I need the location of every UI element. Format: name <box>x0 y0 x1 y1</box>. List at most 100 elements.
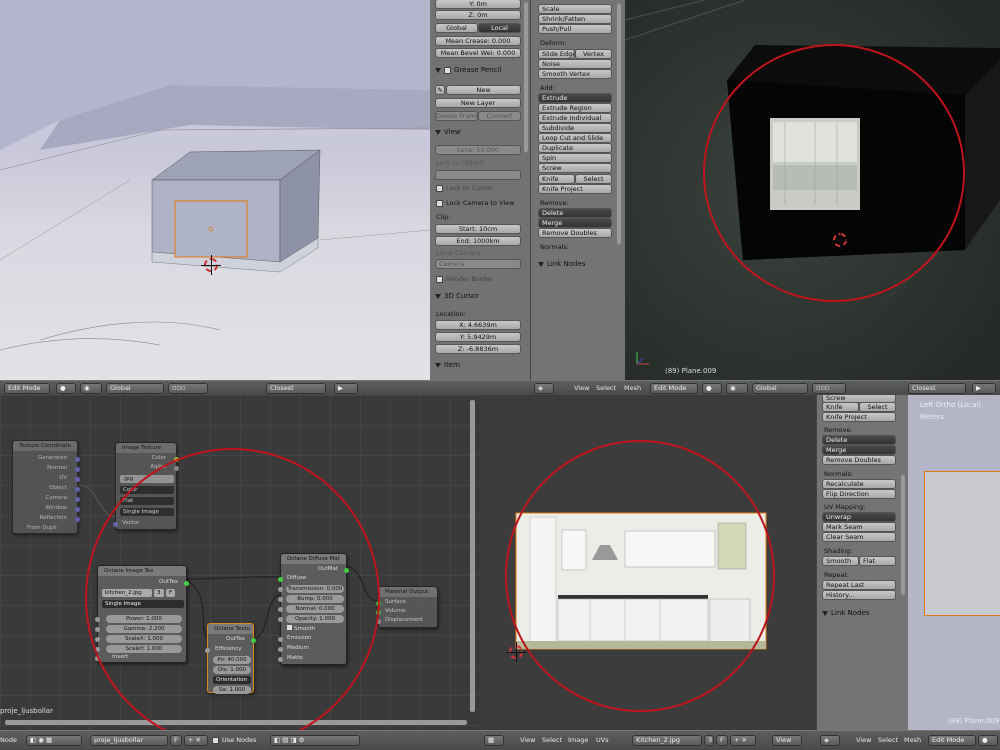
material-actions[interactable]: + ✕ <box>184 735 208 746</box>
lock-camera-checkbox[interactable] <box>436 199 443 207</box>
shading-dropdown[interactable]: ● <box>56 383 76 394</box>
smooth-button[interactable]: Smooth <box>822 556 859 566</box>
vertical-scrollbar[interactable] <box>470 400 475 712</box>
node-material-output[interactable]: Material Output Surface Volume Displacem… <box>376 586 438 628</box>
shading-dropdown[interactable]: ● <box>702 383 722 394</box>
menu-view[interactable]: View <box>520 736 535 744</box>
mode-dropdown[interactable]: Edit Mode <box>650 383 698 394</box>
lens-field[interactable]: Lens: 50.000 <box>435 145 521 155</box>
use-nodes-checkbox[interactable] <box>212 736 219 744</box>
menu-mesh[interactable]: Mesh <box>624 384 641 392</box>
link-nodes-header[interactable]: Link Nodes <box>822 609 869 617</box>
item-header[interactable]: Item <box>435 361 460 369</box>
render-buttons[interactable]: ▶ <box>334 383 358 394</box>
socket[interactable] <box>75 497 80 502</box>
menu-image[interactable]: Image <box>568 736 588 744</box>
delete-dropdown[interactable]: Delete <box>822 435 896 445</box>
knife-button[interactable]: Knife <box>822 402 859 412</box>
users-count[interactable]: 3 <box>704 735 714 746</box>
node-texture-coordinate[interactable]: Texture Coordinate Generated Normal UV O… <box>12 440 80 534</box>
slide-edge-button[interactable]: Slide Edge <box>538 49 575 59</box>
menu-select[interactable]: Select <box>878 736 898 744</box>
smooth-vertex-button[interactable]: Smooth Vertex <box>538 69 612 79</box>
ortho-viewport[interactable]: Left Ortho (Local) Meters (89) Plane.009 <box>908 395 1000 730</box>
lock-object-field[interactable] <box>435 170 521 180</box>
recalculate-button[interactable]: Recalculate <box>822 479 896 489</box>
clip-start-field[interactable]: Start: 10cm <box>435 224 521 234</box>
delete-frame-button[interactable]: Delete Frame <box>435 111 478 121</box>
menu-node[interactable]: Node <box>0 736 17 744</box>
socket[interactable] <box>75 507 80 512</box>
screw-button[interactable]: Screw <box>538 163 612 173</box>
cursor-y-field[interactable]: Y: 5.9429m <box>435 332 521 342</box>
z-field[interactable]: Z: 0m <box>435 10 521 20</box>
lock-camera-label[interactable]: Lock Camera to View <box>436 199 514 207</box>
socket[interactable] <box>75 477 80 482</box>
scale-button[interactable]: Scale <box>538 4 612 14</box>
new-grease-button[interactable]: New <box>446 85 521 95</box>
image-dropdown[interactable]: Kitchen_2.jpg <box>632 735 702 746</box>
shading-dropdown[interactable]: ● <box>978 735 998 746</box>
view-mode-dropdown[interactable]: View <box>772 735 802 746</box>
socket[interactable] <box>75 487 80 492</box>
local-button[interactable]: Local <box>478 23 521 33</box>
viewport-top-left[interactable] <box>0 0 430 380</box>
subdivide-button[interactable]: Subdivide <box>538 123 612 133</box>
3d-cursor-header[interactable]: 3D Cursor <box>435 292 479 300</box>
mode-dropdown[interactable]: Edit Mode <box>4 383 50 394</box>
knife-select-button[interactable]: Select <box>859 402 896 412</box>
spin-button[interactable]: Spin <box>538 153 612 163</box>
repeat-last-button[interactable]: Repeat Last <box>822 580 896 590</box>
menu-uvs[interactable]: UVs <box>596 736 609 744</box>
scrollbar[interactable] <box>901 475 905 595</box>
mean-crease-field[interactable]: Mean Crease: 0.000 <box>435 36 521 46</box>
noise-button[interactable]: Noise <box>538 59 612 69</box>
knife-project-button[interactable]: Knife Project <box>822 412 896 422</box>
menu-mesh[interactable]: Mesh <box>904 736 921 744</box>
from-dupli-label[interactable]: From Dupli <box>27 525 57 531</box>
knife-select-button[interactable]: Select <box>575 174 612 184</box>
node-tool-buttons[interactable]: ◧ ▤ ◨ ⚙ <box>270 735 360 746</box>
remove-doubles-button[interactable]: Remove Doubles <box>822 455 896 465</box>
view-header[interactable]: View <box>435 128 461 136</box>
grease-pencil-header[interactable]: Grease Pencil <box>435 66 501 74</box>
knife-button[interactable]: Knife <box>538 174 575 184</box>
fake-user-button[interactable]: F <box>716 735 728 746</box>
push-pull-button[interactable]: Push/Pull <box>538 24 612 34</box>
orientation-dropdown[interactable]: Global <box>106 383 164 394</box>
menu-select[interactable]: Select <box>542 736 562 744</box>
pivot-dropdown[interactable]: ◉ <box>80 383 102 394</box>
convert-button[interactable]: Convert <box>478 111 521 121</box>
node-type-buttons[interactable]: ◧ ◉ ▦ <box>26 735 82 746</box>
render-border-checkbox[interactable] <box>436 275 443 283</box>
mean-bevel-field[interactable]: Mean Bevel Wei: 0.000 <box>435 48 521 58</box>
new-layer-button[interactable]: New Layer <box>435 98 521 108</box>
use-nodes-toggle[interactable]: Use Nodes <box>212 736 257 744</box>
pencil-icon[interactable]: ✎ <box>435 85 445 95</box>
socket[interactable] <box>75 517 80 522</box>
menu-view[interactable]: View <box>856 736 871 744</box>
loop-cut-button[interactable]: Loop Cut and Slide <box>538 133 612 143</box>
merge-dropdown[interactable]: Merge <box>538 218 612 228</box>
lock-to-cursor-label[interactable]: Lock to Cursor <box>436 184 493 192</box>
snap-dropdown[interactable]: Closest <box>908 383 966 394</box>
cursor-z-field[interactable]: Z: -6.8836m <box>435 344 521 354</box>
remove-doubles-button[interactable]: Remove Doubles <box>538 228 612 238</box>
grease-pencil-checkbox[interactable] <box>444 66 451 74</box>
y-field[interactable]: Y: 0m <box>435 0 521 9</box>
extrude-dropdown[interactable]: Extrude <box>538 93 612 103</box>
menu-view[interactable]: View <box>574 384 589 392</box>
editor-type-dropdown[interactable]: ◈ <box>534 383 554 394</box>
camera-field[interactable]: Camera <box>435 259 521 269</box>
menu-select[interactable]: Select <box>596 384 616 392</box>
global-button[interactable]: Global <box>435 23 478 33</box>
flip-direction-button[interactable]: Flip Direction <box>822 489 896 499</box>
render-border-label[interactable]: Render Border <box>436 275 493 283</box>
select-mode-group[interactable]: ▫▫▫ <box>812 383 846 394</box>
unwrap-dropdown[interactable]: Unwrap <box>822 512 896 522</box>
cursor-x-field[interactable]: X: 4.6639m <box>435 320 521 330</box>
fake-user-button[interactable]: F <box>170 735 182 746</box>
scrollbar[interactable] <box>617 4 621 244</box>
merge-dropdown[interactable]: Merge <box>822 445 896 455</box>
slide-vertex-button[interactable]: Vertex <box>575 49 612 59</box>
